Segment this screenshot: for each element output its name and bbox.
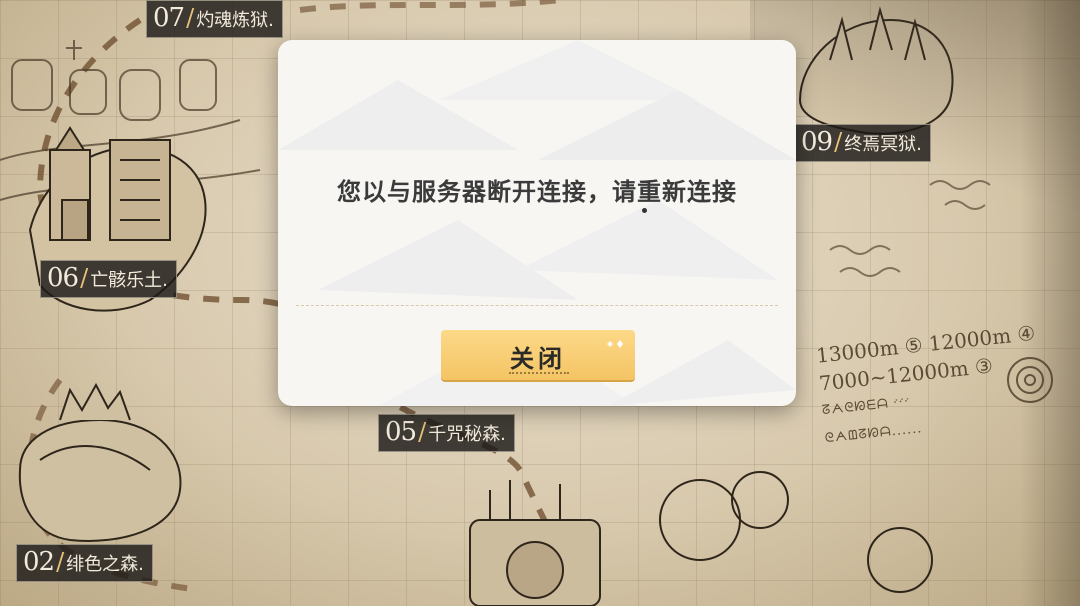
location-name: 灼魂炼狱. (196, 10, 274, 31)
location-number: 06 (47, 263, 79, 293)
dialog-message: 您以与服务器断开连接，请重新连接 (337, 178, 737, 206)
slash-divider: / (80, 264, 89, 292)
slash-divider: / (834, 128, 843, 156)
button-underline-decoration (509, 372, 569, 374)
location-number: 02 (23, 547, 55, 577)
location-name: 亡骸乐土. (90, 270, 168, 291)
slash-divider: / (56, 548, 65, 576)
location-label-07[interactable]: 07 / 灼魂炼狱. (146, 0, 283, 38)
location-name: 终焉冥狱. (844, 134, 922, 155)
location-label-02[interactable]: 02 / 绯色之森. (16, 544, 153, 582)
location-number: 07 (153, 3, 185, 33)
slash-divider: / (186, 4, 195, 32)
location-number: 09 (801, 127, 833, 157)
close-button[interactable]: 关闭 (441, 330, 635, 380)
sparkle-icon (607, 340, 623, 348)
slash-divider: / (418, 418, 427, 446)
location-label-06[interactable]: 06 / 亡骸乐土. (40, 260, 177, 298)
location-number: 05 (385, 417, 417, 447)
shadow-edge (1020, 0, 1080, 606)
disconnect-dialog: 您以与服务器断开连接，请重新连接 关闭 (278, 40, 796, 406)
map-notes: 13000m ⑤ 12000m ④ 7000~12000m ③ ᘔᗅᘓᘗᗴᗩ ᐝ… (815, 319, 1046, 453)
location-label-09[interactable]: 09 / 终焉冥狱. (794, 124, 931, 162)
game-screen: 07 / 灼魂炼狱. 09 / 终焉冥狱. 06 / 亡骸乐土. 05 / 千咒… (0, 0, 1080, 606)
location-label-05[interactable]: 05 / 千咒秘森. (378, 414, 515, 452)
machine-sketch (469, 471, 933, 606)
message-dot (642, 208, 647, 213)
location-name: 绯色之森. (66, 554, 144, 575)
location-name: 千咒秘森. (428, 424, 506, 445)
dialog-divider (296, 305, 778, 306)
route-path-top (299, 0, 561, 13)
